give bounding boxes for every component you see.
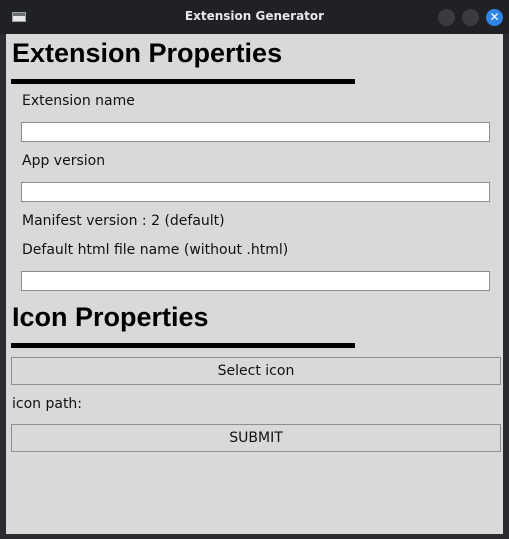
close-button[interactable]: ✕ (486, 9, 503, 26)
close-icon: ✕ (489, 10, 500, 24)
submit-button[interactable]: SUBMIT (11, 424, 501, 452)
extension-properties-heading: Extension Properties (12, 38, 283, 68)
app-version-label: App version (22, 153, 106, 169)
app-window: Extension Generator ✕ Extension Properti… (0, 0, 509, 539)
extension-name-label: Extension name (22, 93, 135, 109)
maximize-button[interactable] (462, 9, 479, 26)
icon-path-label: icon path: (12, 396, 83, 412)
minimize-button[interactable] (438, 9, 455, 26)
app-version-input[interactable] (21, 182, 490, 202)
window-title: Extension Generator (184, 9, 325, 23)
html-file-name-input[interactable] (21, 271, 490, 291)
html-file-name-label: Default html file name (without .html) (22, 242, 289, 258)
icon-properties-heading: Icon Properties (12, 302, 209, 332)
select-icon-button[interactable]: Select icon (11, 357, 501, 385)
title-bar[interactable]: Extension Generator ✕ (0, 0, 509, 34)
manifest-version-label: Manifest version : 2 (default) (22, 213, 225, 229)
extension-heading-rule (11, 79, 355, 84)
extension-name-input[interactable] (21, 122, 490, 142)
main-content: Extension Properties Extension name App … (6, 34, 503, 534)
icon-heading-rule (11, 343, 355, 348)
